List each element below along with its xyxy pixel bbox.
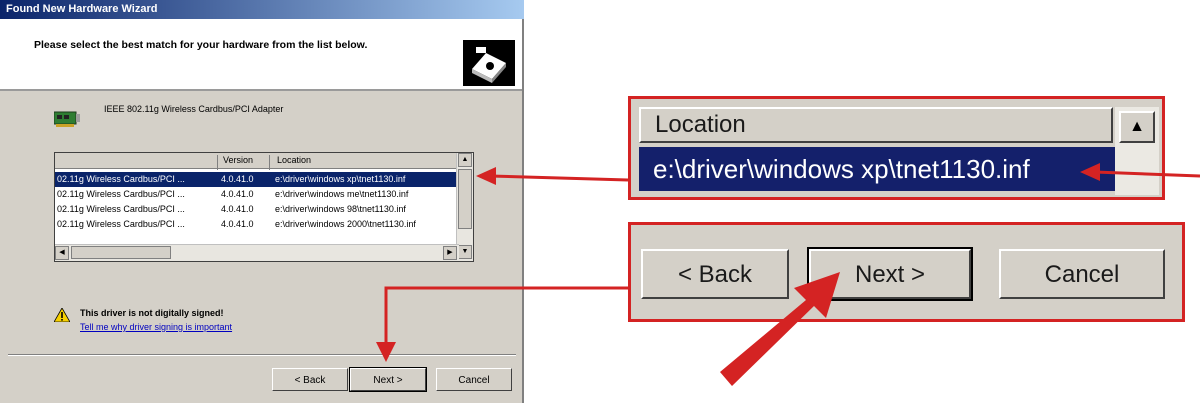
driver-version: 4.0.41.0: [221, 174, 254, 184]
warning-text: This driver is not digitally signed!: [80, 308, 224, 318]
driver-row[interactable]: 02.11g Wireless Cardbus/PCI ... 4.0.41.0…: [55, 217, 459, 232]
driver-description: 02.11g Wireless Cardbus/PCI ...: [57, 204, 185, 214]
driver-version: 4.0.41.0: [221, 219, 254, 229]
driver-description: 02.11g Wireless Cardbus/PCI ...: [57, 189, 185, 199]
instruction-text: Please select the best match for your ha…: [34, 39, 368, 51]
zoom-buttons-panel: < Back Next > Cancel: [628, 222, 1185, 322]
scroll-thumb[interactable]: [71, 246, 171, 259]
zoom-selected-location: e:\driver\windows xp\tnet1130.inf: [639, 147, 1115, 191]
scroll-thumb[interactable]: [458, 169, 472, 229]
driver-list[interactable]: Version Location 02.11g Wireless Cardbus…: [54, 152, 474, 262]
driver-version: 4.0.41.0: [221, 204, 254, 214]
driver-location: e:\driver\windows 2000\tnet1130.inf: [275, 219, 416, 229]
cancel-button[interactable]: Cancel: [436, 368, 512, 391]
scroll-left-icon[interactable]: ◀: [55, 246, 69, 260]
driver-row[interactable]: 02.11g Wireless Cardbus/PCI ... 4.0.41.0…: [55, 172, 459, 187]
zoom-scrollbar[interactable]: ▲: [1115, 107, 1159, 195]
scroll-right-icon[interactable]: ▶: [443, 246, 457, 260]
driver-list-header: Version Location: [55, 153, 459, 170]
driver-location: e:\driver\windows me\tnet1130.inf: [275, 189, 409, 199]
scroll-up-icon[interactable]: ▲: [1119, 111, 1155, 143]
zoom-cancel-button: Cancel: [999, 249, 1165, 299]
driver-list-horizontal-scrollbar[interactable]: ◀ ▶: [55, 244, 459, 261]
divider: [8, 354, 516, 356]
scroll-down-icon[interactable]: ▼: [458, 245, 472, 259]
back-button[interactable]: < Back: [272, 368, 348, 391]
driver-row[interactable]: 02.11g Wireless Cardbus/PCI ... 4.0.41.0…: [55, 202, 459, 217]
driver-version: 4.0.41.0: [221, 189, 254, 199]
warning-icon: [54, 308, 70, 322]
driver-description: 02.11g Wireless Cardbus/PCI ...: [57, 219, 185, 229]
driver-description: 02.11g Wireless Cardbus/PCI ...: [57, 174, 185, 184]
column-header-location[interactable]: Location: [277, 155, 311, 165]
scroll-up-icon[interactable]: ▲: [458, 153, 472, 167]
zoom-location-header: Location: [639, 107, 1113, 143]
wizard-header: Please select the best match for your ha…: [0, 19, 522, 91]
driver-signing-link[interactable]: Tell me why driver signing is important: [80, 322, 232, 332]
zoom-back-button: < Back: [641, 249, 789, 299]
window-title: Found New Hardware Wizard: [0, 0, 524, 19]
hardware-wizard-window: Found New Hardware Wizard Please select …: [0, 0, 524, 403]
next-button[interactable]: Next >: [349, 367, 427, 392]
device-name: IEEE 802.11g Wireless Cardbus/PCI Adapte…: [104, 104, 284, 114]
driver-row[interactable]: 02.11g Wireless Cardbus/PCI ... 4.0.41.0…: [55, 187, 459, 202]
hardware-wizard-icon: [463, 40, 515, 86]
driver-location: e:\driver\windows xp\tnet1130.inf: [275, 174, 406, 184]
zoom-next-button: Next >: [807, 247, 973, 301]
driver-location: e:\driver\windows 98\tnet1130.inf: [275, 204, 406, 214]
network-card-icon: [54, 111, 80, 127]
column-header-version[interactable]: Version: [223, 155, 253, 165]
zoom-location-panel: Location ▲ e:\driver\windows xp\tnet1130…: [628, 96, 1165, 200]
